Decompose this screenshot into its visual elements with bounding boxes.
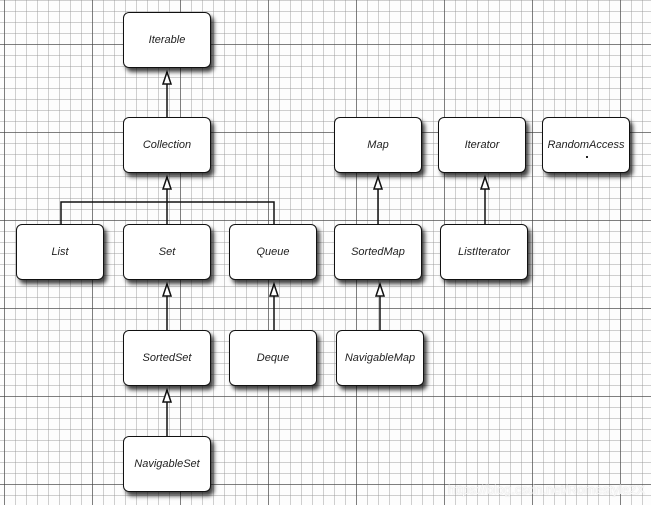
node-label: SortedMap [351,246,405,258]
node-label: Collection [142,139,192,151]
node-label: RandomAccess [547,139,625,151]
node-map: Map [334,117,422,173]
node-sorted-map: SortedMap [334,224,422,280]
arrowhead [161,281,173,297]
arrowhead [374,281,386,297]
node-label: NavigableSet [134,458,200,470]
arrowhead [372,174,384,190]
node-label: Map [367,139,389,151]
dot-mark [586,156,588,158]
node-queue: Queue [229,224,317,280]
node-collection: Collection [123,117,211,173]
node-label: NavigableMap [344,352,416,364]
node-label: List [51,246,69,258]
arrowhead [161,69,173,85]
node-deque: Deque [229,330,317,386]
arrowhead [268,281,280,297]
node-sorted-set: SortedSet [123,330,211,386]
node-navigable-map: NavigableMap [336,330,424,386]
node-iterator: Iterator [438,117,526,173]
node-label: Iterable [148,34,186,46]
arrowhead [161,174,173,190]
node-navigable-set: NavigableSet [123,436,211,492]
node-random-access: RandomAccess [542,117,630,173]
arrowhead [161,387,173,403]
node-list: List [16,224,104,280]
node-label: ListIterator [458,246,510,258]
node-iterable: Iterable [123,12,211,68]
node-set: Set [123,224,211,280]
node-label: Queue [256,246,290,258]
node-list-iterator: ListIterator [440,224,528,280]
node-label: Iterator [464,139,500,151]
node-label: Set [158,246,176,258]
node-label: Deque [256,352,290,364]
node-label: SortedSet [142,352,192,364]
watermark: https://blog.csdn.net/Romestyle2X [447,482,645,497]
arrowhead [479,174,491,190]
